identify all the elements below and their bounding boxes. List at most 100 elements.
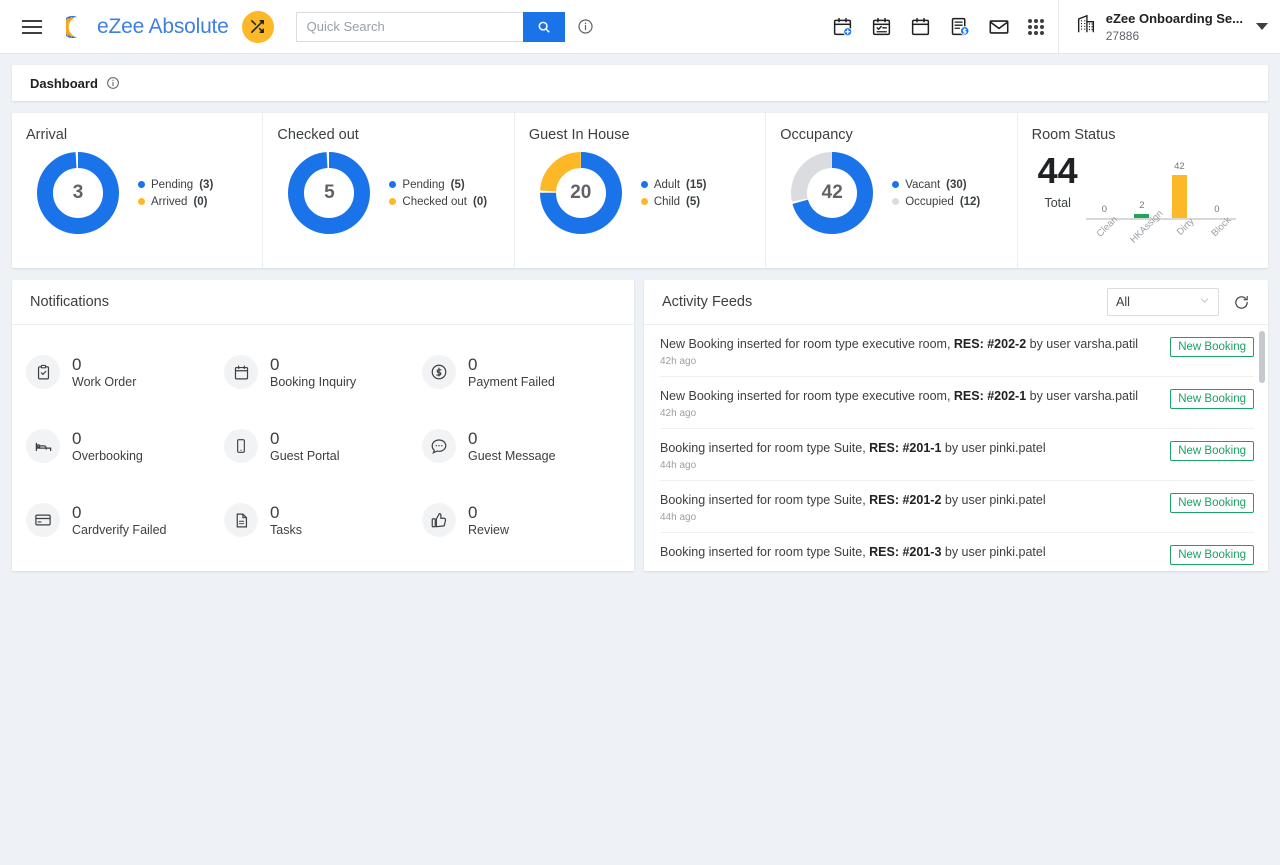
hamburger-icon[interactable]	[10, 19, 54, 34]
property-name: eZee Onboarding Se...	[1105, 11, 1243, 26]
notification-guest-message[interactable]: 0 Guest Message	[422, 409, 620, 483]
feed-filter-value: All	[1116, 295, 1130, 309]
feed-item[interactable]: New Booking inserted for room type execu…	[660, 377, 1254, 429]
notification-text: 0 Guest Portal	[270, 429, 339, 463]
panel-header: Activity Feeds All	[644, 280, 1268, 325]
stat-card-arrival: Arrival 3 Pending (3) Arrived (0)	[12, 113, 262, 268]
feed-res: RES: #201-2	[869, 492, 942, 507]
feed-filter-select[interactable]: All	[1107, 288, 1219, 316]
notification-booking-inquiry[interactable]: 0 Booking Inquiry	[224, 335, 422, 409]
notification-label: Guest Portal	[270, 448, 340, 463]
feed-prefix: New Booking inserted for room type execu…	[660, 388, 954, 403]
clipboard-check-icon	[26, 355, 60, 389]
feed-suffix: by user pinki.patel	[941, 544, 1046, 559]
notification-payment-failed[interactable]: 0 Payment Failed	[422, 335, 620, 409]
room-status-bar-chart: 0 2 42 0 Clean HKAssign Dirty Block	[1085, 153, 1236, 258]
status-badge[interactable]: New Booking	[1170, 440, 1254, 461]
legend-item: Checked out (0)	[389, 196, 487, 208]
notification-work-order[interactable]: 0 Work Order	[26, 335, 224, 409]
search-input[interactable]	[295, 11, 523, 42]
feed-item[interactable]: Booking inserted for room type Suite, RE…	[660, 481, 1254, 533]
legend: Adult (15) Child (5)	[640, 174, 706, 213]
notification-review[interactable]: 0 Review	[422, 483, 620, 557]
donut-center-value: 5	[324, 182, 335, 203]
bar-column: 2	[1123, 156, 1161, 218]
feed-item-time: 44h ago	[660, 511, 697, 523]
feed-scrollbar[interactable]	[1259, 331, 1265, 383]
shuffle-icon[interactable]	[241, 10, 274, 43]
status-badge[interactable]: New Booking	[1170, 337, 1254, 357]
feed-header-controls: All	[1107, 288, 1250, 316]
status-badge[interactable]: New Booking	[1170, 388, 1254, 409]
feed-item[interactable]: Booking inserted for room type Suite, RE…	[660, 533, 1254, 572]
document-icon	[224, 503, 258, 537]
invoice-dollar-icon[interactable]	[949, 16, 970, 37]
notification-count: 0	[72, 503, 82, 523]
apps-grid-icon[interactable]	[1027, 18, 1044, 35]
chevron-down-icon[interactable]	[1256, 23, 1268, 30]
legend-value: (3)	[199, 178, 214, 191]
feed-prefix: Booking inserted for room type Suite,	[660, 492, 870, 507]
bed-icon	[26, 429, 60, 463]
legend-item: Pending (5)	[389, 179, 487, 191]
info-icon[interactable]	[106, 76, 120, 90]
legend-value: (30)	[946, 178, 967, 191]
refresh-icon[interactable]	[1233, 294, 1250, 311]
header-icon-group	[832, 16, 1058, 38]
ezee-logo-icon	[61, 13, 92, 41]
info-icon[interactable]	[577, 18, 594, 35]
status-badge[interactable]: New Booking	[1170, 544, 1254, 565]
calendar-add-icon[interactable]	[832, 16, 853, 37]
property-selector[interactable]: eZee Onboarding Se... 27886	[1057, 0, 1280, 54]
activity-feed-list[interactable]: New Booking inserted for room type execu…	[644, 325, 1268, 571]
occupancy-donut-chart: 42	[788, 149, 876, 237]
calendar-checklist-icon[interactable]	[871, 16, 892, 37]
card-title: Occupancy	[780, 127, 853, 143]
legend-dot-icon	[892, 181, 900, 188]
legend-item: Arrived (0)	[138, 196, 213, 208]
legend: Pending (3) Arrived (0)	[138, 174, 213, 213]
search-button[interactable]	[522, 11, 565, 42]
notification-count: 0	[468, 355, 478, 375]
feed-res: RES: #201-3	[869, 544, 942, 559]
notification-text: 0 Work Order	[72, 355, 136, 389]
bar-label: Block	[1209, 214, 1234, 239]
notification-cardverify-failed[interactable]: 0 Cardverify Failed	[26, 483, 224, 557]
notification-text: 0 Tasks	[270, 503, 302, 537]
notification-tasks[interactable]: 0 Tasks	[224, 483, 422, 557]
feed-item-time: 44h ago	[660, 459, 697, 471]
search-box[interactable]	[295, 11, 565, 42]
feed-res: RES: #201-1	[869, 440, 942, 455]
feed-item[interactable]: Booking inserted for room type Suite, RE…	[660, 429, 1254, 481]
brand-logo[interactable]: eZee Absolute	[61, 13, 229, 41]
donut-center-value: 3	[72, 182, 84, 203]
panel-header: Notifications	[12, 280, 634, 325]
notification-guest-portal[interactable]: 0 Guest Portal	[224, 409, 422, 483]
feed-prefix: Booking inserted for room type Suite,	[660, 440, 870, 455]
legend-item: Occupied (12)	[892, 196, 980, 208]
dollar-circle-icon	[422, 355, 456, 389]
mobile-icon	[224, 429, 258, 463]
notification-label: Payment Failed	[468, 374, 555, 389]
legend-label: Checked out	[402, 195, 467, 208]
mail-icon[interactable]	[988, 16, 1010, 38]
legend-item: Pending (3)	[138, 179, 213, 191]
legend-dot-icon	[892, 198, 900, 205]
status-badge[interactable]: New Booking	[1170, 492, 1254, 513]
notification-overbooking[interactable]: 0 Overbooking	[26, 409, 224, 483]
legend-dot-icon	[640, 198, 648, 205]
brand-name: eZee Absolute	[97, 14, 229, 38]
notifications-grid: 0 Work Order 0 Booking Inquiry 0 Payment…	[12, 325, 634, 571]
legend-dot-icon	[138, 198, 145, 205]
notification-count: 0	[270, 503, 280, 523]
feed-suffix: by user pinki.patel	[941, 440, 1046, 455]
legend-value: (0)	[193, 195, 208, 208]
room-status-total-label: Total	[1044, 196, 1071, 210]
feed-item-time: 42h ago	[660, 407, 697, 419]
feed-item-time: 42h ago	[660, 355, 697, 367]
feed-item[interactable]: New Booking inserted for room type execu…	[660, 325, 1254, 377]
chat-bubble-icon	[422, 429, 456, 463]
calendar-icon[interactable]	[910, 16, 931, 37]
feed-item-content: Booking inserted for room type Suite, RE…	[660, 492, 1046, 523]
bar-column: 42	[1161, 156, 1199, 218]
